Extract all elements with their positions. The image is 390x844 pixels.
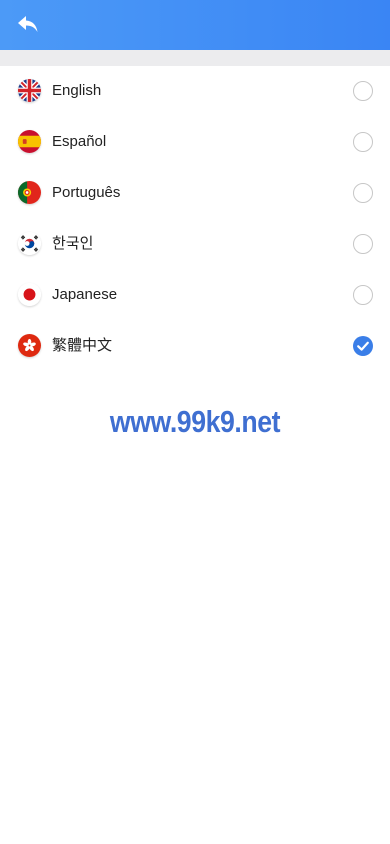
language-radio[interactable] xyxy=(353,183,373,203)
language-label: Português xyxy=(52,184,121,201)
hong-kong-flag-icon xyxy=(18,334,41,357)
language-radio-checked[interactable] xyxy=(353,336,373,356)
uk-flag-icon xyxy=(18,79,41,102)
language-row-korean[interactable]: 한국인 xyxy=(0,219,390,270)
japan-flag-icon xyxy=(18,283,41,306)
language-settings-page: English Español Português 한국인 Japanese 繁… xyxy=(0,0,390,844)
language-label: 한국인 xyxy=(52,235,94,252)
language-row-portuguese[interactable]: Português xyxy=(0,168,390,219)
language-row-japanese[interactable]: Japanese xyxy=(0,270,390,321)
language-radio[interactable] xyxy=(353,234,373,254)
language-row-english[interactable]: English xyxy=(0,66,390,117)
language-radio[interactable] xyxy=(353,132,373,152)
portugal-flag-icon xyxy=(18,181,41,204)
language-label: English xyxy=(52,82,102,99)
language-label: Japanese xyxy=(52,286,118,303)
language-radio[interactable] xyxy=(353,285,373,305)
language-row-traditional-chinese[interactable]: 繁體中文 xyxy=(0,321,390,372)
header-bar xyxy=(0,0,390,50)
language-label: Español xyxy=(52,133,107,150)
header-separator xyxy=(0,50,390,66)
language-row-spanish[interactable]: Español xyxy=(0,117,390,168)
spain-flag-icon xyxy=(18,130,41,153)
back-button[interactable] xyxy=(14,10,42,38)
language-label: 繁體中文 xyxy=(52,337,113,354)
korea-flag-icon xyxy=(18,232,41,255)
language-list: English Español Português 한국인 Japanese 繁… xyxy=(0,66,390,372)
watermark-text: www.99k9.net xyxy=(109,404,281,439)
language-radio[interactable] xyxy=(353,81,373,101)
checkmark-icon xyxy=(357,341,369,351)
undo-arrow-icon xyxy=(18,16,38,32)
